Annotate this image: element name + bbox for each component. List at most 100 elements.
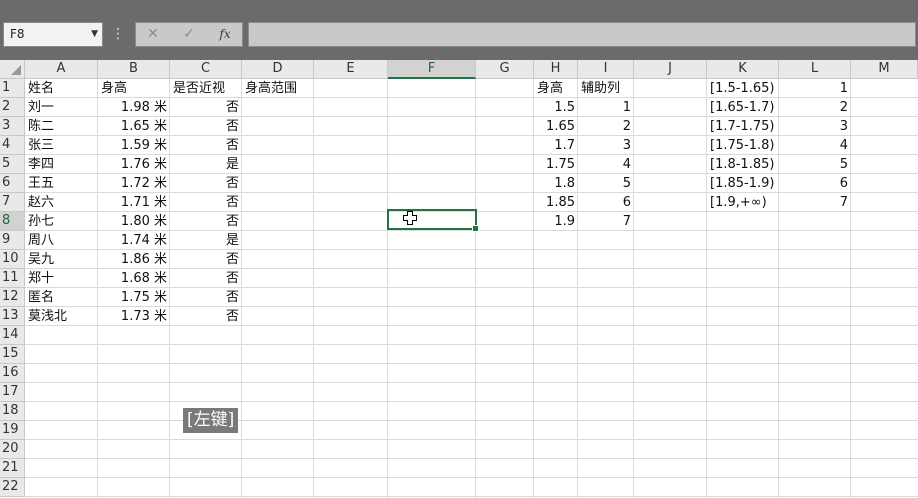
row-header-20[interactable]: 20 [0,440,25,459]
name-cell[interactable]: 匿名 [25,288,98,307]
lookup-helper-cell[interactable]: 7 [578,212,634,231]
height-cell[interactable]: 1.73 米 [98,307,170,326]
height-cell[interactable]: 1.80 米 [98,212,170,231]
myopia-cell[interactable]: 否 [170,288,242,307]
lookup-height-cell[interactable]: 1.85 [534,193,578,212]
row-header-15[interactable]: 15 [0,345,25,364]
height-cell[interactable]: 1.72 米 [98,174,170,193]
row-header-1[interactable]: 1 [0,79,25,98]
range-index-cell[interactable]: 7 [779,193,851,212]
range-index-cell[interactable]: 2 [779,98,851,117]
myopia-cell[interactable]: 否 [170,212,242,231]
height-cell[interactable]: 1.86 米 [98,250,170,269]
lookup-height-cell[interactable]: 1.5 [534,98,578,117]
row-header-3[interactable]: 3 [0,117,25,136]
row-header-12[interactable]: 12 [0,288,25,307]
row-header-13[interactable]: 13 [0,307,25,326]
row-header-18[interactable]: 18 [0,402,25,421]
row-header-2[interactable]: 2 [0,98,25,117]
row-header-10[interactable]: 10 [0,250,25,269]
range-index-cell[interactable]: 1 [779,79,851,98]
height-cell[interactable]: 1.98 米 [98,98,170,117]
column-header-h[interactable]: H [534,60,578,79]
chevron-down-icon[interactable]: ▼ [91,23,98,46]
row-header-21[interactable]: 21 [0,459,25,478]
row-header-7[interactable]: 7 [0,193,25,212]
row-header-5[interactable]: 5 [0,155,25,174]
lookup-helper-cell[interactable]: 2 [578,117,634,136]
lookup-helper-cell[interactable]: 3 [578,136,634,155]
range-index-cell[interactable]: 3 [779,117,851,136]
range-label-cell[interactable]: [1.75-1.8) [707,136,779,155]
name-cell[interactable]: 王五 [25,174,98,193]
myopia-cell[interactable]: 否 [170,307,242,326]
name-cell[interactable]: 吴九 [25,250,98,269]
lookup-height-cell[interactable]: 1.8 [534,174,578,193]
myopia-cell[interactable]: 否 [170,98,242,117]
header-cell[interactable]: 是否近视 [170,79,242,98]
name-cell[interactable]: 赵六 [25,193,98,212]
name-cell[interactable]: 周八 [25,231,98,250]
fill-handle[interactable] [472,225,479,232]
lookup-height-cell[interactable]: 1.65 [534,117,578,136]
lookup-height-cell[interactable]: 1.75 [534,155,578,174]
range-index-cell[interactable]: 4 [779,136,851,155]
height-cell[interactable]: 1.68 米 [98,269,170,288]
range-label-cell[interactable]: [1.85-1.9) [707,174,779,193]
header-cell[interactable]: 姓名 [25,79,98,98]
name-cell[interactable]: 郑十 [25,269,98,288]
myopia-cell[interactable]: 否 [170,174,242,193]
lookup-helper-cell[interactable]: 4 [578,155,634,174]
lookup-height-cell[interactable]: 1.9 [534,212,578,231]
height-cell[interactable]: 1.74 米 [98,231,170,250]
header-cell[interactable]: 身高 [98,79,170,98]
column-header-e[interactable]: E [314,60,388,79]
formula-input[interactable] [248,22,916,47]
height-cell[interactable]: 1.76 米 [98,155,170,174]
lookup-helper-cell[interactable]: 5 [578,174,634,193]
height-cell[interactable]: 1.71 米 [98,193,170,212]
row-header-17[interactable]: 17 [0,383,25,402]
row-header-14[interactable]: 14 [0,326,25,345]
confirm-icon[interactable]: ✓ [174,23,204,46]
myopia-cell[interactable]: 是 [170,155,242,174]
row-header-8[interactable]: 8 [0,212,25,231]
column-header-m[interactable]: M [851,60,918,79]
name-cell[interactable]: 陈二 [25,117,98,136]
column-header-k[interactable]: K [707,60,779,79]
column-header-a[interactable]: A [25,60,98,79]
range-index-cell[interactable]: 5 [779,155,851,174]
lookup-header-cell[interactable]: 身高 [534,79,578,98]
myopia-cell[interactable]: 否 [170,136,242,155]
name-cell[interactable]: 孙七 [25,212,98,231]
column-header-i[interactable]: I [578,60,634,79]
column-header-b[interactable]: B [98,60,170,79]
height-cell[interactable]: 1.65 米 [98,117,170,136]
range-label-cell[interactable]: [1.65-1.7) [707,98,779,117]
more-options-icon[interactable]: ⋮ [110,22,126,47]
column-header-c[interactable]: C [170,60,242,79]
cancel-icon[interactable]: ✕ [138,23,168,46]
row-header-9[interactable]: 9 [0,231,25,250]
lookup-height-cell[interactable]: 1.7 [534,136,578,155]
myopia-cell[interactable]: 否 [170,117,242,136]
height-cell[interactable]: 1.59 米 [98,136,170,155]
height-cell[interactable]: 1.75 米 [98,288,170,307]
header-cell[interactable]: 身高范围 [242,79,314,98]
select-all-corner[interactable] [0,60,25,79]
myopia-cell[interactable]: 否 [170,250,242,269]
name-box[interactable]: F8 ▼ [3,22,103,47]
range-index-cell[interactable]: 6 [779,174,851,193]
lookup-header-cell[interactable]: 辅助列 [578,79,634,98]
active-cell[interactable] [387,209,479,232]
lookup-helper-cell[interactable]: 1 [578,98,634,117]
column-header-f[interactable]: F [388,60,476,79]
row-header-11[interactable]: 11 [0,269,25,288]
row-header-6[interactable]: 6 [0,174,25,193]
row-header-4[interactable]: 4 [0,136,25,155]
range-label-cell[interactable]: [1.7-1.75) [707,117,779,136]
row-header-22[interactable]: 22 [0,478,25,497]
name-cell[interactable]: 李四 [25,155,98,174]
lookup-helper-cell[interactable]: 6 [578,193,634,212]
column-header-j[interactable]: J [634,60,707,79]
